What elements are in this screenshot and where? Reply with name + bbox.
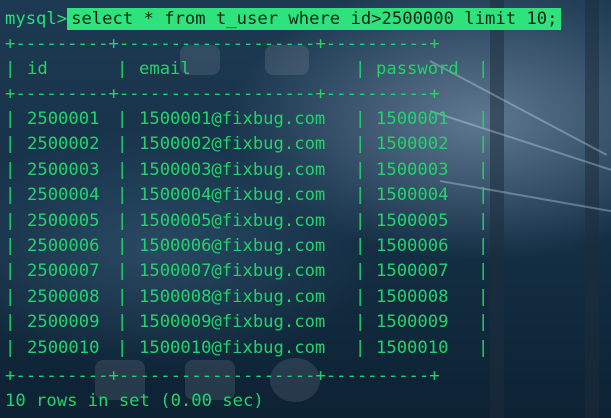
id-cell: 2500002 (27, 134, 100, 154)
password-cell: 1500004 (376, 185, 449, 205)
column-separator: | (117, 160, 128, 180)
password-cell: 1500003 (376, 160, 449, 180)
column-separator: | (117, 109, 128, 129)
column-separator: | (355, 59, 366, 79)
email-cell: 1500007@fixbug.com (139, 261, 326, 281)
column-separator: | (355, 211, 366, 231)
id-cell: 2500008 (27, 287, 100, 307)
column-separator: | (478, 236, 489, 256)
column-separator: | (478, 287, 489, 307)
id-cell: 2500005 (27, 211, 100, 231)
column-separator: | (355, 236, 366, 256)
id-cell: 2500001 (27, 109, 100, 129)
column-separator: | (478, 160, 489, 180)
column-separator: | (5, 160, 16, 180)
column-separator: | (5, 261, 16, 281)
column-separator: | (5, 185, 16, 205)
id-cell: 2500007 (27, 261, 100, 281)
column-separator: | (478, 261, 489, 281)
column-separator: | (5, 236, 16, 256)
column-separator: | (478, 185, 489, 205)
result-summary: 10 rows in set (0.00 sec) (5, 391, 264, 411)
column-separator: | (117, 236, 128, 256)
column-separator: | (5, 211, 16, 231)
column-separator: | (478, 312, 489, 332)
column-separator: | (355, 312, 366, 332)
email-cell: 1500006@fixbug.com (139, 236, 326, 256)
column-separator: | (117, 338, 128, 358)
column-separator: | (5, 109, 16, 129)
id-cell: 2500004 (27, 185, 100, 205)
email-cell: 1500003@fixbug.com (139, 160, 326, 180)
id-cell: 2500006 (27, 236, 100, 256)
column-separator: | (117, 59, 128, 79)
column-separator: | (355, 185, 366, 205)
command-line: mysql> select * from t_user where id>2500… (5, 7, 562, 32)
mysql-terminal[interactable]: mysql> select * from t_user where id>2500… (0, 0, 611, 418)
id-cell: 2500003 (27, 160, 100, 180)
password-cell: 1500009 (376, 312, 449, 332)
id-cell: 2500009 (27, 312, 100, 332)
column-separator: | (478, 211, 489, 231)
password-cell: 1500008 (376, 287, 449, 307)
column-separator: | (117, 211, 128, 231)
column-separator: | (117, 185, 128, 205)
column-separator: | (355, 261, 366, 281)
column-separator: | (355, 134, 366, 154)
email-cell: 1500009@fixbug.com (139, 312, 326, 332)
column-separator: | (5, 59, 16, 79)
column-separator: | (5, 312, 16, 332)
column-separator: | (478, 134, 489, 154)
column-separator: | (5, 287, 16, 307)
query-command: select * from t_user where id>2500000 li… (67, 8, 562, 30)
email-cell: 1500001@fixbug.com (139, 109, 326, 129)
column-separator: | (478, 338, 489, 358)
password-cell: 1500005 (376, 211, 449, 231)
email-cell: 1500002@fixbug.com (139, 134, 326, 154)
table-border-bottom: +---------+-------------------+---------… (5, 366, 440, 386)
mysql-prompt: mysql> (5, 9, 68, 29)
email-cell: 1500005@fixbug.com (139, 211, 326, 231)
table-border-header: +---------+-------------------+---------… (5, 84, 440, 104)
email-cell: 1500004@fixbug.com (139, 185, 326, 205)
column-header-email: email (139, 59, 191, 79)
id-cell: 2500010 (27, 338, 100, 358)
email-cell: 1500010@fixbug.com (139, 338, 326, 358)
column-separator: | (5, 338, 16, 358)
column-separator: | (355, 109, 366, 129)
email-cell: 1500008@fixbug.com (139, 287, 326, 307)
column-separator: | (117, 312, 128, 332)
column-separator: | (117, 287, 128, 307)
column-header-password: password (376, 59, 459, 79)
password-cell: 1500002 (376, 134, 449, 154)
password-cell: 1500007 (376, 261, 449, 281)
column-header-id: id (27, 59, 48, 79)
column-separator: | (355, 338, 366, 358)
password-cell: 1500001 (376, 109, 449, 129)
column-separator: | (355, 160, 366, 180)
column-separator: | (117, 261, 128, 281)
column-separator: | (478, 109, 489, 129)
column-separator: | (117, 134, 128, 154)
column-separator: | (478, 59, 489, 79)
column-separator: | (355, 287, 366, 307)
password-cell: 1500006 (376, 236, 449, 256)
column-separator: | (5, 134, 16, 154)
table-border-top: +---------+-------------------+---------… (5, 34, 440, 54)
password-cell: 1500010 (376, 338, 449, 358)
